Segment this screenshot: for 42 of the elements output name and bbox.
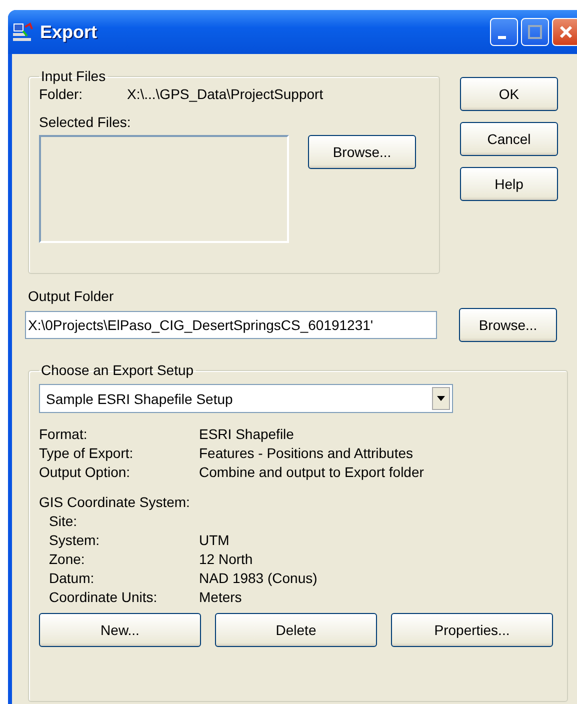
detail-label: Zone:	[49, 551, 86, 567]
selected-files-label: Selected Files:	[39, 114, 132, 130]
selected-files-list[interactable]	[39, 135, 289, 243]
dialog-button[interactable]: OK	[460, 77, 558, 111]
detail-label: System:	[49, 532, 101, 548]
detail-value: Combine and output to Export folder	[199, 464, 425, 480]
close-button[interactable]	[552, 18, 577, 46]
detail-value: 12 North	[199, 551, 254, 567]
setup-dropdown[interactable]: Sample ESRI Shapefile Setup	[39, 384, 453, 413]
minimize-icon	[498, 36, 506, 38]
setup-button[interactable]: Properties...	[391, 613, 553, 647]
detail-label: Format:	[39, 426, 88, 442]
detail-value: NAD 1983 (Conus)	[199, 570, 318, 586]
close-icon	[559, 25, 573, 39]
output-folder-label: Output Folder	[28, 288, 115, 304]
dropdown-arrow-icon	[436, 396, 446, 402]
detail-value: UTM	[199, 532, 230, 548]
folder-label: Folder:	[39, 86, 84, 102]
dialog-button[interactable]: Cancel	[460, 122, 558, 156]
window-title: Export	[40, 22, 98, 42]
computer-network-icon	[12, 21, 34, 43]
detail-label: Site:	[49, 513, 78, 529]
output-folder-field[interactable]: X:\0Projects\ElPaso_CIG_DesertSpringsCS_60191231'	[25, 311, 437, 339]
maximize-icon	[528, 25, 542, 39]
dialog-button[interactable]: Help	[460, 167, 558, 201]
maximize-button[interactable]	[521, 18, 549, 46]
detail-label: Type of Export:	[39, 445, 134, 461]
detail-label: Coordinate Units:	[49, 589, 158, 605]
detail-value: ESRI Shapefile	[199, 426, 295, 442]
browse-button[interactable]: Browse...	[308, 135, 416, 169]
detail-value: Meters	[199, 589, 243, 605]
detail-label: Datum:	[49, 570, 96, 586]
detail-label: Output Option:	[39, 464, 132, 480]
browse-button[interactable]: Browse...	[459, 308, 557, 342]
group-title: Input Files	[40, 68, 107, 84]
setup-button[interactable]: Delete	[215, 613, 377, 647]
group-title: Choose an Export Setup	[40, 362, 195, 378]
detail-value: Features - Positions and Attributes	[199, 445, 414, 461]
folder-path: X:\...\GPS_Data\ProjectSupport	[127, 86, 324, 102]
gis-title: GIS Coordinate System:	[39, 494, 191, 510]
setup-button[interactable]: New...	[39, 613, 201, 647]
minimize-button[interactable]	[490, 18, 518, 46]
